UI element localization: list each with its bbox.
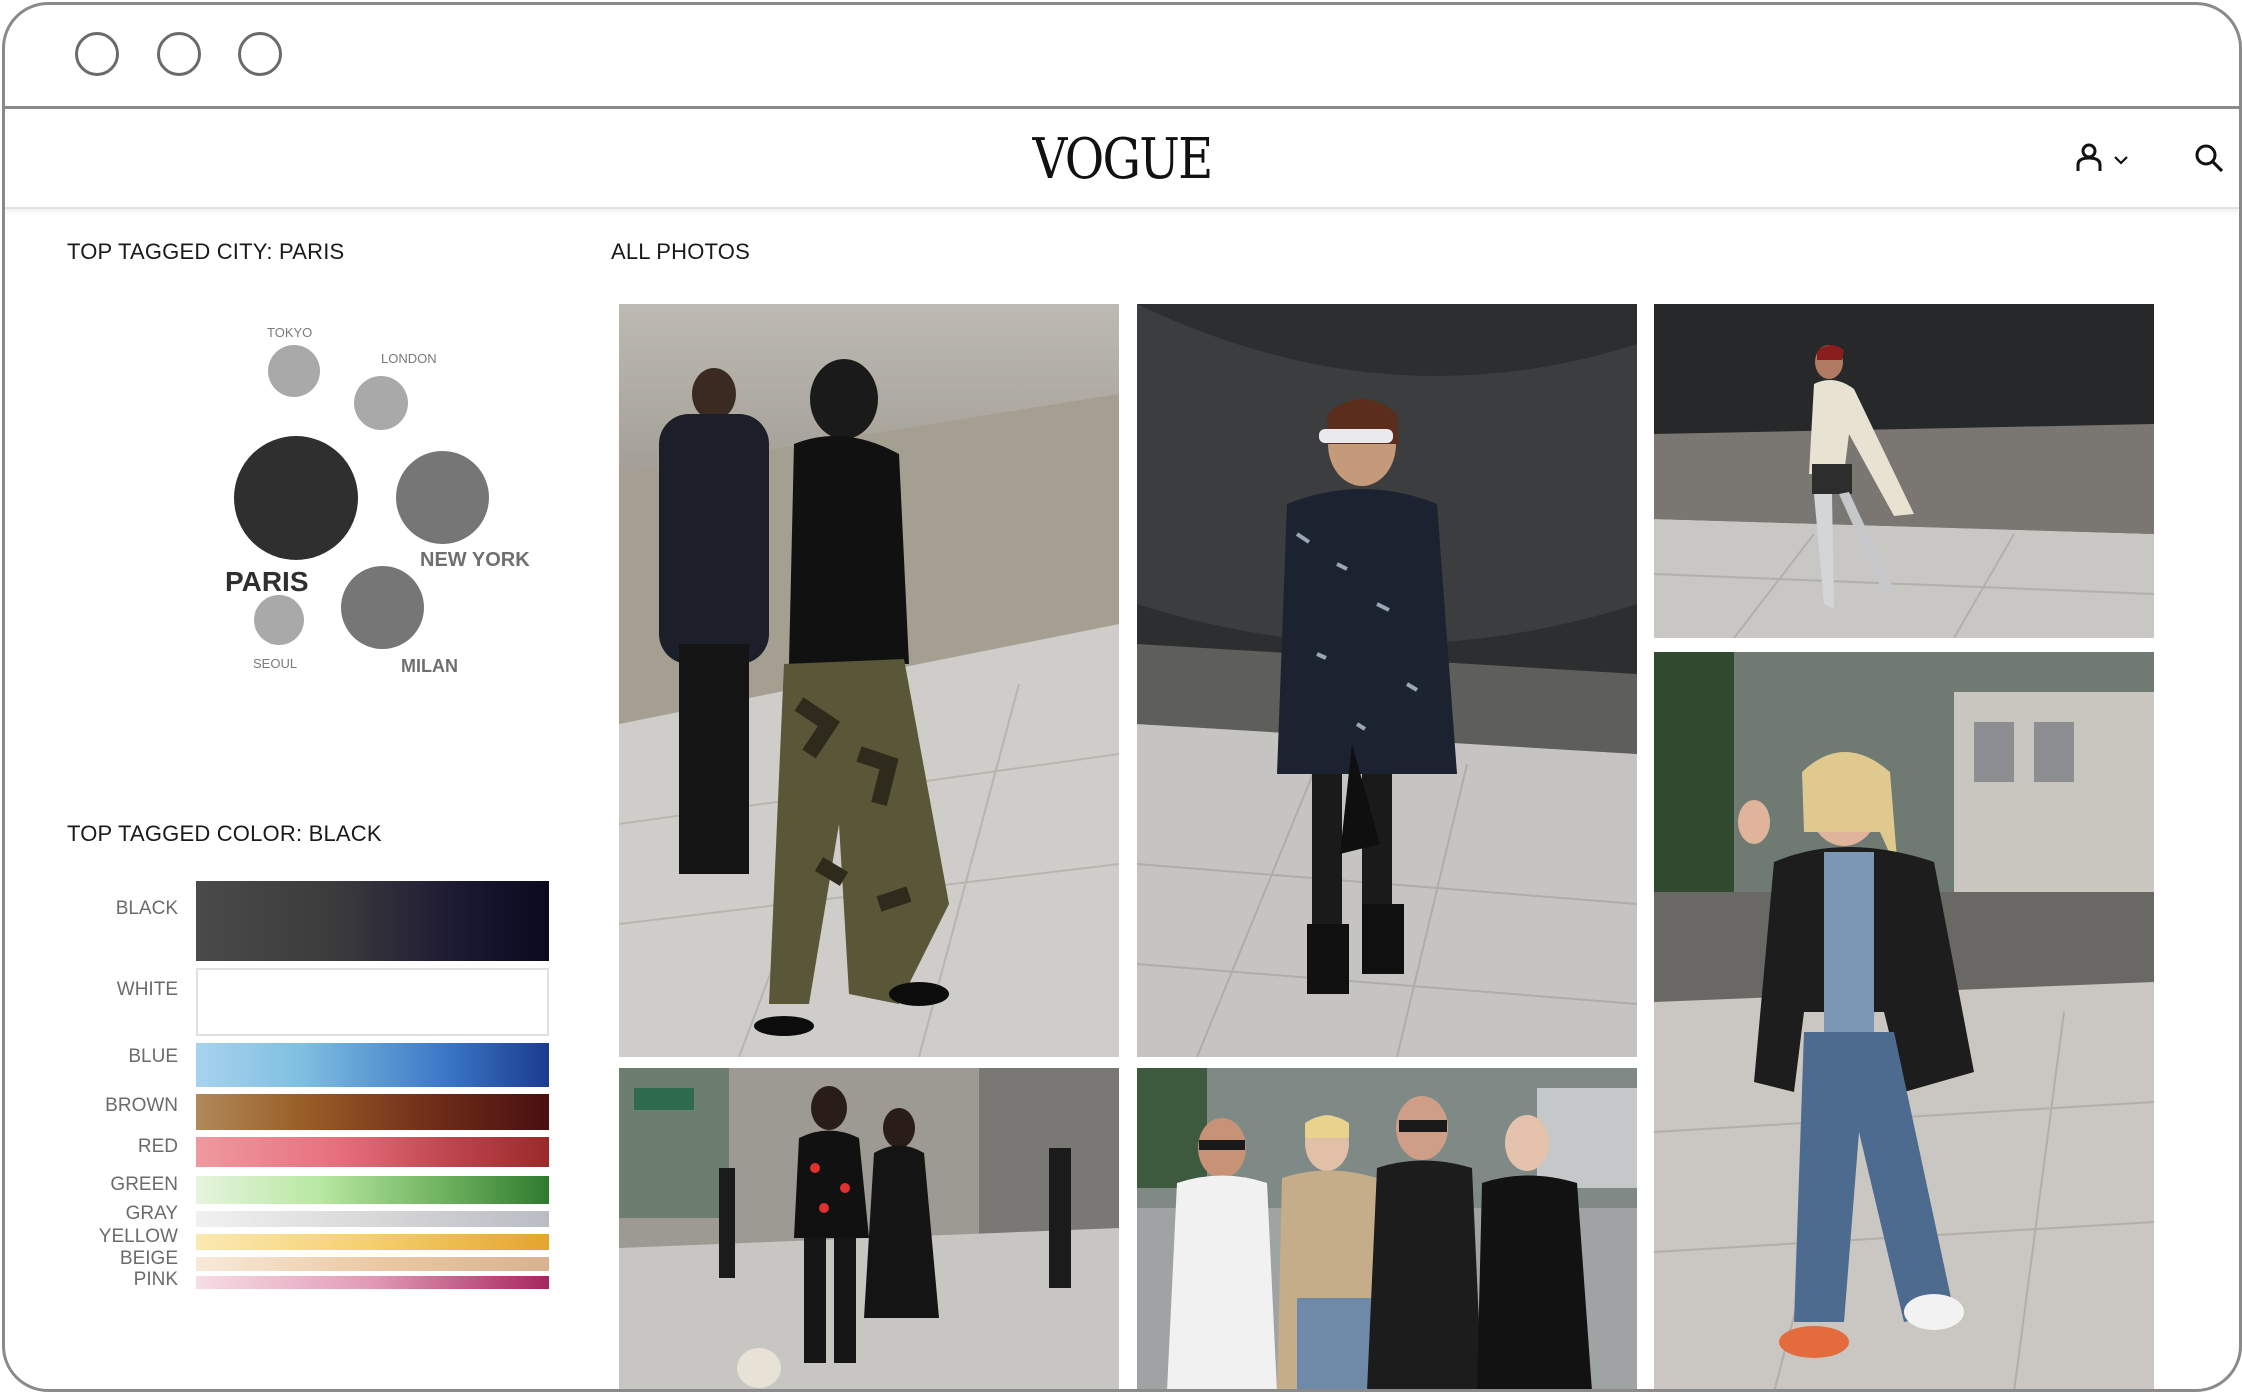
city-label-milan: MILAN	[401, 656, 458, 676]
city-bubble-tokyo[interactable]	[268, 345, 320, 397]
color-swatch-green[interactable]	[196, 1176, 549, 1204]
color-label-red: RED	[137, 1136, 178, 1157]
city-bubble-new-york[interactable]	[396, 451, 489, 544]
search-icon[interactable]	[2194, 143, 2224, 178]
color-label-yellow: YELLOW	[98, 1226, 178, 1247]
photo-group-four[interactable]	[1137, 1068, 1637, 1389]
color-swatch-blue[interactable]	[196, 1043, 549, 1087]
color-swatch-red[interactable]	[196, 1137, 549, 1167]
photo-tweed-jacket[interactable]	[1137, 304, 1637, 1057]
color-label-white: WHITE	[116, 979, 178, 1000]
window-close-button[interactable]	[75, 32, 119, 76]
color-label-pink: PINK	[133, 1269, 178, 1290]
city-bubble-milan[interactable]	[341, 566, 424, 649]
color-swatch-pink[interactable]	[196, 1276, 549, 1289]
vogue-logo[interactable]: VOGUE	[161, 127, 2082, 192]
city-label-tokyo: TOKYO	[267, 325, 313, 340]
city-label-seoul: SEOUL	[253, 656, 298, 671]
color-label-green: GREEN	[110, 1174, 178, 1195]
color-label-gray: GRAY	[125, 1203, 178, 1224]
color-label-blue: BLUE	[128, 1046, 178, 1067]
city-bubble-london[interactable]	[354, 376, 408, 430]
site-header: VOGUE	[5, 109, 2239, 209]
all-photos-title: ALL PHOTOS	[611, 239, 750, 264]
window-maximize-button[interactable]	[238, 32, 282, 76]
photo-silver-boots[interactable]	[1654, 304, 2154, 638]
color-swatch-yellow[interactable]	[196, 1234, 549, 1250]
color-swatch-white[interactable]	[196, 968, 549, 1036]
city-bubble-seoul[interactable]	[254, 595, 304, 645]
photo-camo-pants[interactable]	[619, 304, 1119, 1057]
top-color-title: TOP TAGGED COLOR: BLACK	[67, 821, 382, 846]
city-label-paris: PARIS	[225, 566, 309, 597]
photo-denim-wave[interactable]	[1654, 652, 2154, 1389]
photo-couple-walking[interactable]	[619, 1068, 1119, 1389]
city-bubble-paris[interactable]	[234, 436, 358, 560]
title-bar	[5, 5, 2239, 109]
color-label-brown: BROWN	[105, 1095, 178, 1116]
color-label-black: BLACK	[115, 898, 178, 919]
color-swatch-black[interactable]	[196, 881, 549, 961]
top-city-title: TOP TAGGED CITY: PARIS	[67, 239, 345, 264]
chevron-down-icon[interactable]	[2113, 153, 2129, 171]
color-swatch-gray[interactable]	[196, 1211, 549, 1227]
user-icon[interactable]	[2075, 143, 2103, 178]
color-swatch-brown[interactable]	[196, 1094, 549, 1130]
city-label-london: LONDON	[381, 351, 437, 366]
city-label-new-york: NEW YORK	[420, 549, 530, 571]
window-minimize-button[interactable]	[157, 32, 201, 76]
color-label-beige: BEIGE	[119, 1248, 178, 1269]
browser-window: VOGUE TOP TAGGED CITY: PARIS TOKYO LONDO…	[2, 2, 2242, 1392]
color-swatch-beige[interactable]	[196, 1257, 549, 1271]
